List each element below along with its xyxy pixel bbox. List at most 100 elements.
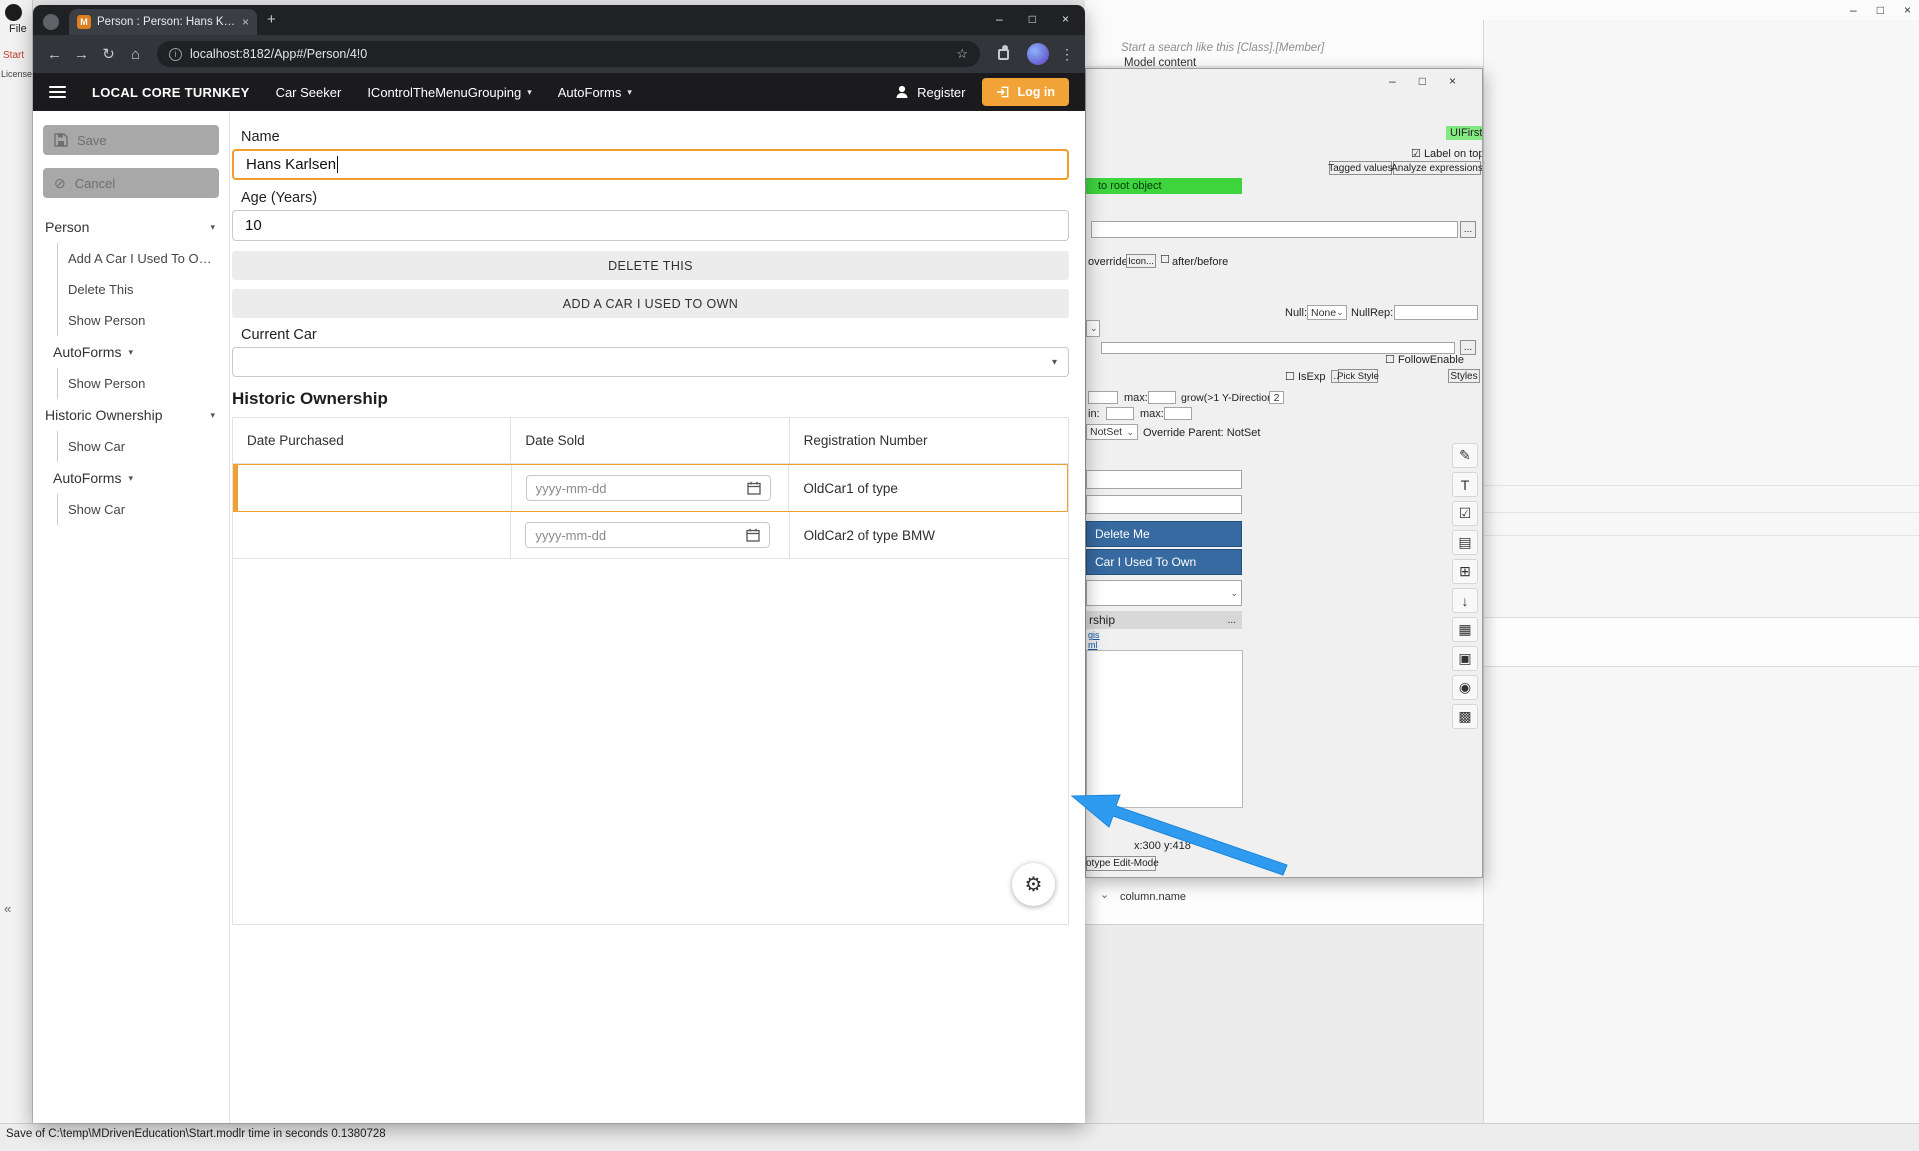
date-sold-input[interactable]: yyyy-mm-dd [525,522,771,548]
bg-minimize-button[interactable]: – [1850,3,1857,17]
profile-avatar[interactable] [1027,43,1049,65]
expression-ellipsis-button[interactable]: ... [1460,221,1476,238]
cancel-button[interactable]: ⊘ Cancel [43,168,219,198]
save-button[interactable]: Save [43,125,219,155]
collapse-chevron-icon[interactable]: « [4,901,11,916]
bg-close-button[interactable]: × [1904,3,1911,17]
followenable-checkbox[interactable]: ☐ FollowEnable [1385,353,1464,366]
tree-group-autoforms-2[interactable]: AutoForms ▾ [43,462,219,494]
download-icon[interactable]: ↓ [1452,588,1478,613]
grow-input[interactable]: 2 [1269,391,1284,404]
car-dropdown[interactable]: ⌄ [1086,580,1242,606]
calendar-icon[interactable]: ⊞ [1452,559,1478,584]
cell-date-purchased[interactable] [234,465,512,511]
reload-button[interactable]: ↻ [95,45,122,63]
name-input[interactable]: Hans Karlsen [232,149,1069,180]
browser-tab[interactable]: M Person : Person: Hans Karlsen × [69,9,257,35]
pick-style-button[interactable]: Pick Style [1337,369,1379,383]
bookmark-star-icon[interactable]: ☆ [956,46,968,62]
globe-icon[interactable]: ◉ [1452,675,1478,700]
extensions-icon[interactable] [998,44,1009,60]
nav-item-car-seeker[interactable]: Car Seeker [276,85,342,100]
column-header-date-purchased[interactable]: Date Purchased [233,418,512,463]
delete-this-button[interactable]: DELETE THIS [232,251,1069,280]
column-header-registration[interactable]: Registration Number [790,418,1068,463]
max-input[interactable] [1148,391,1176,404]
tree-item-add-car[interactable]: Add A Car I Used To Own... [57,243,219,274]
address-bar[interactable]: i localhost:8182/App#/Person/4!0 ☆ [157,41,980,67]
hamburger-menu-icon[interactable] [49,86,66,98]
edge-dropdown[interactable]: ⌄ [1086,320,1100,337]
new-tab-button[interactable]: + [267,11,276,28]
site-info-icon[interactable]: i [169,47,182,61]
car-i-used-to-own-button[interactable]: Car I Used To Own [1086,549,1242,575]
age-input[interactable]: 10 [232,210,1069,241]
checkbox-icon[interactable]: ☑ [1452,501,1478,526]
tree-item-show-person[interactable]: Show Person [57,305,219,336]
app-brand[interactable]: LOCAL CORE TURNKEY [92,85,250,100]
forward-button[interactable]: → [68,46,95,63]
delete-me-button[interactable]: Delete Me [1086,521,1242,547]
nav-item-autoforms[interactable]: AutoForms ▾ [558,85,632,100]
browser-menu-icon[interactable]: ⋮ [1057,46,1077,63]
column-header-date-sold[interactable]: Date Sold [511,418,790,463]
listbox-icon[interactable]: ▤ [1452,530,1478,555]
tree-group-person[interactable]: Person ▾ [43,211,219,243]
image-icon[interactable]: ▣ [1452,646,1478,671]
label-on-top-checkbox[interactable]: ☑ Label on top [1411,147,1482,160]
table-icon[interactable]: ▦ [1452,617,1478,642]
tree-item-show-car-2[interactable]: Show Car [57,494,219,525]
window-close-button[interactable]: × [1062,12,1069,26]
field-input-2[interactable] [1086,495,1242,514]
search-placeholder: Start a search like this [Class].[Member… [1121,42,1325,54]
ml-link[interactable]: ml [1088,640,1098,650]
notset-dropdown[interactable]: NotSet ⌄ [1086,424,1138,440]
tree-item-delete-this[interactable]: Delete This [57,274,219,305]
file-menu[interactable]: File [9,23,27,35]
tree-item-show-car[interactable]: Show Car [57,431,219,462]
bg-maximize-button[interactable]: □ [1877,3,1884,17]
expression-input[interactable] [1091,221,1458,238]
date-sold-input[interactable]: yyyy-mm-dd [525,475,771,501]
add-car-button[interactable]: ADD A CAR I USED TO OWN [232,289,1069,318]
tab-close-icon[interactable]: × [242,15,249,29]
nullrep-input[interactable] [1394,305,1478,320]
home-button[interactable]: ⌂ [122,46,149,63]
current-car-select[interactable]: ▾ [232,347,1069,377]
in-input[interactable] [1106,407,1134,420]
register-button[interactable]: Register [894,84,966,100]
field-input-1[interactable] [1086,470,1242,489]
ellipsis-icon[interactable]: ... [1228,615,1236,626]
styles-button[interactable]: Styles [1448,369,1480,383]
window-minimize-button[interactable]: – [996,12,1003,26]
isexp-checkbox[interactable]: ☐ IsExp [1285,370,1325,383]
text-icon[interactable]: T [1452,472,1478,497]
icon-button[interactable]: Icon... [1126,254,1156,268]
analyze-expressions-tab[interactable]: Analyze expressions [1391,161,1482,175]
tree-item-show-person-2[interactable]: Show Person [57,368,219,399]
table-row[interactable]: yyyy-mm-dd OldCar1 of type [233,464,1068,512]
nav-item-menu-grouping[interactable]: IControlTheMenuGrouping ▾ [367,85,531,100]
tagged-values-tab[interactable]: Tagged values [1328,161,1393,175]
tree-group-autoforms-1[interactable]: AutoForms ▾ [43,336,219,368]
tab-search-icon[interactable] [43,14,59,30]
login-button[interactable]: Log in [981,78,1069,106]
cell-date-purchased[interactable] [233,512,512,558]
dialog-minimize-button[interactable]: – [1389,74,1396,88]
max2-input[interactable] [1164,407,1192,420]
ownership-section-header[interactable]: rship ... [1086,611,1242,629]
table-row[interactable]: yyyy-mm-dd OldCar2 of type BMW [233,512,1068,559]
settings-fab[interactable]: ⚙ [1012,863,1055,906]
back-button[interactable]: ← [41,46,68,63]
window-maximize-button[interactable]: □ [1029,12,1036,26]
picture-icon[interactable]: ▩ [1452,704,1478,729]
tree-group-historic-ownership[interactable]: Historic Ownership ▾ [43,399,219,431]
dialog-close-button[interactable]: × [1449,74,1456,88]
min-input[interactable] [1088,391,1118,404]
gis-link[interactable]: gis [1088,630,1100,640]
dialog-maximize-button[interactable]: □ [1419,74,1426,88]
after-before-checkbox[interactable]: ☐ [1160,253,1170,266]
null-dropdown[interactable]: None ⌄ [1307,305,1347,320]
edit-icon[interactable]: ✎ [1452,443,1478,468]
chevron-down-icon[interactable]: ⌄ [1100,888,1109,901]
